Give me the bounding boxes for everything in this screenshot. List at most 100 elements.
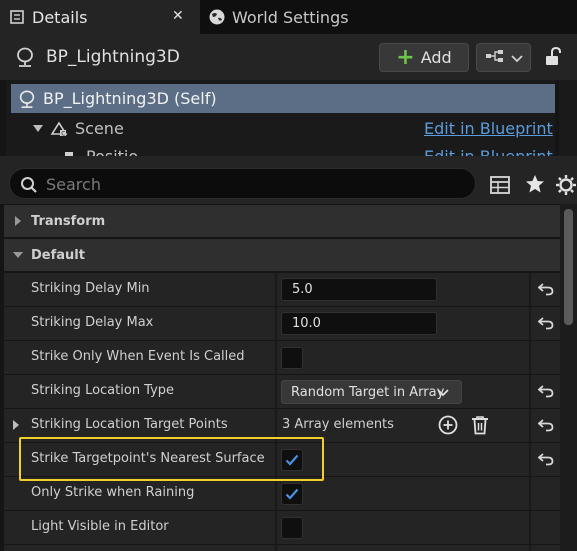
column-splitter[interactable] <box>275 341 277 374</box>
scene-component-icon: C <box>49 119 69 139</box>
property-label: Striking Delay Max <box>31 315 154 330</box>
plus-icon: + <box>396 44 415 70</box>
reset-to-default-icon[interactable] <box>537 384 554 402</box>
category-transform[interactable]: Transform <box>4 205 560 237</box>
category-default[interactable]: Default <box>4 239 560 271</box>
strike-nearest-surface-checkbox[interactable] <box>281 449 303 471</box>
property-row: Striking Location Type Random Target in … <box>4 375 560 408</box>
chevron-down-icon <box>437 386 449 401</box>
add-button-label: Add <box>420 48 452 67</box>
column-divider <box>529 341 531 374</box>
property-row: Striking Location Target Points 3 Array … <box>4 409 560 442</box>
trash-icon[interactable] <box>471 415 489 439</box>
splitter[interactable] <box>0 156 577 164</box>
tab-world-settings[interactable]: World Settings <box>200 0 400 34</box>
lock-icon[interactable] <box>543 46 563 71</box>
tree-item-self-label: BP_Lightning3D (Self) <box>43 89 217 108</box>
column-splitter[interactable] <box>275 273 277 306</box>
actor-icon <box>17 89 37 109</box>
category-label: Transform <box>31 213 106 229</box>
tree-item-scene-label: Scene <box>75 119 124 138</box>
component-tree: BP_Lightning3D (Self) C Scene Edit in Bl… <box>6 80 555 156</box>
light-visible-in-editor-checkbox[interactable] <box>281 517 303 539</box>
property-row: Strike Only When Event Is Called <box>4 341 560 374</box>
column-splitter[interactable] <box>275 511 277 544</box>
column-splitter[interactable] <box>275 307 277 340</box>
add-element-icon[interactable] <box>438 415 458 439</box>
column-divider <box>529 375 531 408</box>
column-splitter[interactable] <box>275 477 277 510</box>
tab-details[interactable]: Details ✕ <box>0 0 200 34</box>
property-row: Light Visible in Editor <box>4 511 560 544</box>
category-label: Default <box>31 247 85 263</box>
tree-item-scene[interactable]: C Scene Edit in Blueprint <box>6 114 555 143</box>
search-input[interactable]: Search <box>9 168 476 199</box>
striking-delay-min-input[interactable]: 5.0 <box>281 278 437 301</box>
property-label: Striking Delay Min <box>31 281 150 296</box>
details-icon <box>8 8 26 26</box>
property-label: Strike Only When Event Is Called <box>31 349 245 364</box>
property-list: Transform Default Striking Delay Min 5.0… <box>0 204 560 551</box>
property-row: Striking Delay Min 5.0 <box>4 273 560 306</box>
edit-in-blueprint-link[interactable]: Edit in Blueprint <box>424 147 553 156</box>
property-label: Light Visible in Editor <box>31 519 169 534</box>
actor-icon <box>14 46 36 72</box>
table-view-icon[interactable] <box>490 176 510 198</box>
edit-in-blueprint-link[interactable]: Edit in Blueprint <box>424 119 553 138</box>
close-icon[interactable]: ✕ <box>172 8 184 24</box>
property-row: Strike Targetpoint's Nearest Surface <box>4 443 560 476</box>
tab-world-settings-label: World Settings <box>232 7 349 27</box>
property-label: Striking Location Type <box>31 383 175 398</box>
property-label: Only Strike when Raining <box>31 485 195 500</box>
column-splitter[interactable] <box>275 375 277 408</box>
column-splitter[interactable] <box>275 443 277 476</box>
tree-item-position-label: Positio <box>86 147 138 156</box>
chevron-down-icon <box>4 251 31 259</box>
add-component-button[interactable]: + Add <box>379 43 469 72</box>
column-divider <box>529 307 531 340</box>
checkmark-icon <box>285 454 299 466</box>
column-divider <box>529 477 531 510</box>
column-splitter[interactable] <box>275 409 277 442</box>
striking-location-type-dropdown[interactable]: Random Target in Array <box>281 380 462 404</box>
search-row: Search <box>0 164 577 204</box>
globe-icon <box>208 8 226 26</box>
chevron-down-icon <box>510 48 523 67</box>
striking-delay-max-input[interactable]: 10.0 <box>281 312 437 335</box>
tree-item-self[interactable]: BP_Lightning3D (Self) <box>11 84 555 113</box>
property-scrollbar-thumb[interactable] <box>564 209 573 325</box>
column-divider <box>529 545 531 551</box>
star-icon[interactable] <box>525 174 545 198</box>
chevron-right-icon[interactable] <box>12 419 20 435</box>
dropdown-value: Random Target in Array <box>291 384 445 400</box>
array-count: 3 Array elements <box>282 417 394 432</box>
reset-to-default-icon[interactable] <box>537 282 554 300</box>
expand-arrow-icon[interactable] <box>32 124 44 134</box>
column-divider <box>529 273 531 306</box>
reset-to-default-icon[interactable] <box>537 316 554 334</box>
property-row <box>4 545 560 551</box>
blueprint-options-button[interactable] <box>476 43 531 72</box>
only-strike-when-raining-checkbox[interactable] <box>281 483 303 505</box>
strike-only-when-event-checkbox[interactable] <box>281 347 303 369</box>
details-header: BP_Lightning3D + Add <box>0 34 577 80</box>
gear-icon[interactable] <box>555 174 577 200</box>
column-divider <box>529 511 531 544</box>
property-label: Strike Targetpoint's Nearest Surface <box>31 451 265 466</box>
hierarchy-icon <box>485 48 505 67</box>
column-splitter[interactable] <box>275 545 277 551</box>
checkmark-icon <box>285 488 299 500</box>
column-divider <box>529 443 531 476</box>
tree-scrollbar[interactable] <box>559 80 577 156</box>
reset-to-default-icon[interactable] <box>537 452 554 470</box>
reset-to-default-icon[interactable] <box>537 418 554 436</box>
tab-bar: Details ✕ World Settings <box>0 0 577 34</box>
property-label: Striking Location Target Points <box>31 417 228 432</box>
chevron-right-icon <box>4 215 31 227</box>
column-divider <box>529 409 531 442</box>
property-row: Striking Delay Max 10.0 <box>4 307 560 340</box>
search-icon <box>20 176 38 198</box>
tree-item-position[interactable]: Positio Edit in Blueprint <box>6 142 555 156</box>
search-placeholder: Search <box>46 175 101 194</box>
tab-details-label: Details <box>32 7 88 27</box>
